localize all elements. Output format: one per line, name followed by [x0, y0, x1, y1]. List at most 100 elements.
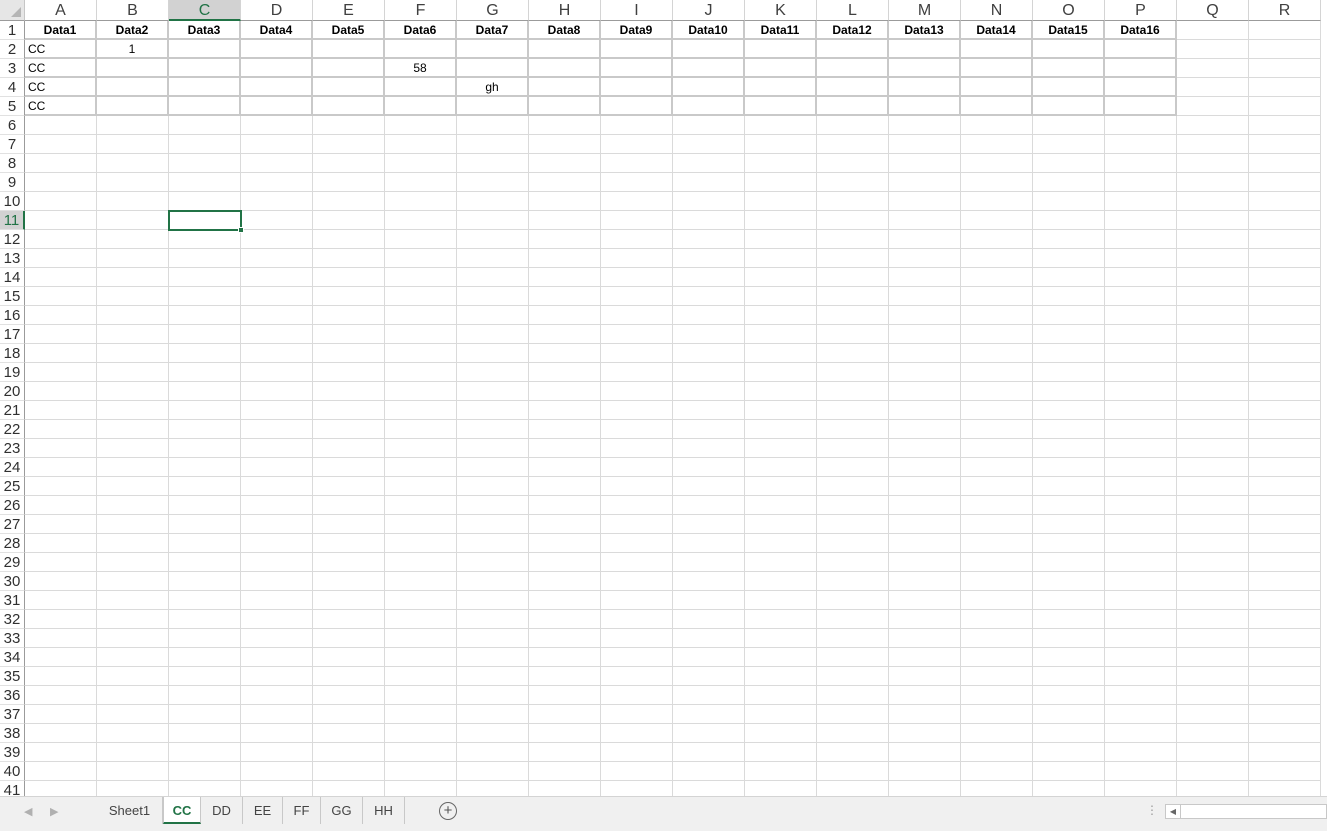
cell-l20[interactable]	[817, 382, 889, 401]
cell-g35[interactable]	[457, 667, 529, 686]
cell-e34[interactable]	[313, 648, 385, 667]
tab-splitter-icon[interactable]: ⋮	[1146, 803, 1158, 817]
row-header-16[interactable]: 16	[0, 306, 25, 325]
cell-r21[interactable]	[1249, 401, 1321, 420]
cell-m12[interactable]	[889, 230, 961, 249]
cell-n18[interactable]	[961, 344, 1033, 363]
cell-j37[interactable]	[673, 705, 745, 724]
cell-j18[interactable]	[673, 344, 745, 363]
row-header-13[interactable]: 13	[0, 249, 25, 268]
cell-b7[interactable]	[97, 135, 169, 154]
cell-e19[interactable]	[313, 363, 385, 382]
row-header-17[interactable]: 17	[0, 325, 25, 344]
cell-e23[interactable]	[313, 439, 385, 458]
cell-k9[interactable]	[745, 173, 817, 192]
row-header-34[interactable]: 34	[0, 648, 25, 667]
cell-a22[interactable]	[25, 420, 97, 439]
cell-e5[interactable]	[313, 97, 385, 116]
cell-l12[interactable]	[817, 230, 889, 249]
cell-n24[interactable]	[961, 458, 1033, 477]
cell-g6[interactable]	[457, 116, 529, 135]
cell-g37[interactable]	[457, 705, 529, 724]
cell-k3[interactable]	[745, 59, 817, 78]
cell-i21[interactable]	[601, 401, 673, 420]
add-sheet-button[interactable]: +	[439, 802, 457, 820]
cell-f11[interactable]	[385, 211, 457, 230]
cell-l14[interactable]	[817, 268, 889, 287]
cell-d15[interactable]	[241, 287, 313, 306]
cell-a39[interactable]	[25, 743, 97, 762]
cell-g9[interactable]	[457, 173, 529, 192]
cell-l37[interactable]	[817, 705, 889, 724]
cell-l6[interactable]	[817, 116, 889, 135]
cell-m16[interactable]	[889, 306, 961, 325]
row-header-22[interactable]: 22	[0, 420, 25, 439]
cell-b35[interactable]	[97, 667, 169, 686]
cell-m38[interactable]	[889, 724, 961, 743]
cell-f26[interactable]	[385, 496, 457, 515]
cell-r34[interactable]	[1249, 648, 1321, 667]
cell-a2[interactable]: CC	[25, 40, 97, 59]
cell-p35[interactable]	[1105, 667, 1177, 686]
cell-k41[interactable]	[745, 781, 817, 796]
cell-e1[interactable]: Data5	[313, 21, 385, 40]
cell-m34[interactable]	[889, 648, 961, 667]
cell-i11[interactable]	[601, 211, 673, 230]
cell-j6[interactable]	[673, 116, 745, 135]
cell-e29[interactable]	[313, 553, 385, 572]
cell-i36[interactable]	[601, 686, 673, 705]
cell-q29[interactable]	[1177, 553, 1249, 572]
cell-o33[interactable]	[1033, 629, 1105, 648]
cell-b22[interactable]	[97, 420, 169, 439]
cell-f23[interactable]	[385, 439, 457, 458]
cell-k7[interactable]	[745, 135, 817, 154]
cell-a31[interactable]	[25, 591, 97, 610]
cell-p33[interactable]	[1105, 629, 1177, 648]
cell-e41[interactable]	[313, 781, 385, 796]
prev-sheet-icon[interactable]: ◀	[24, 805, 32, 818]
column-header-m[interactable]: M	[889, 0, 961, 21]
cell-k18[interactable]	[745, 344, 817, 363]
cell-d7[interactable]	[241, 135, 313, 154]
cell-c24[interactable]	[169, 458, 241, 477]
cell-l34[interactable]	[817, 648, 889, 667]
cell-i10[interactable]	[601, 192, 673, 211]
cell-b19[interactable]	[97, 363, 169, 382]
cell-c36[interactable]	[169, 686, 241, 705]
cell-c38[interactable]	[169, 724, 241, 743]
cell-b18[interactable]	[97, 344, 169, 363]
cell-k21[interactable]	[745, 401, 817, 420]
cell-b24[interactable]	[97, 458, 169, 477]
row-header-30[interactable]: 30	[0, 572, 25, 591]
cell-c10[interactable]	[169, 192, 241, 211]
cell-g28[interactable]	[457, 534, 529, 553]
cell-j12[interactable]	[673, 230, 745, 249]
cell-j33[interactable]	[673, 629, 745, 648]
cell-a17[interactable]	[25, 325, 97, 344]
cell-r37[interactable]	[1249, 705, 1321, 724]
cell-a4[interactable]: CC	[25, 78, 97, 97]
cell-m22[interactable]	[889, 420, 961, 439]
cell-d25[interactable]	[241, 477, 313, 496]
cell-p39[interactable]	[1105, 743, 1177, 762]
cell-g26[interactable]	[457, 496, 529, 515]
cell-c21[interactable]	[169, 401, 241, 420]
cell-g32[interactable]	[457, 610, 529, 629]
column-header-e[interactable]: E	[313, 0, 385, 21]
cell-d14[interactable]	[241, 268, 313, 287]
cell-r27[interactable]	[1249, 515, 1321, 534]
cell-k12[interactable]	[745, 230, 817, 249]
cell-g27[interactable]	[457, 515, 529, 534]
cell-p9[interactable]	[1105, 173, 1177, 192]
row-header-2[interactable]: 2	[0, 40, 25, 59]
cell-r19[interactable]	[1249, 363, 1321, 382]
cell-h29[interactable]	[529, 553, 601, 572]
cell-j19[interactable]	[673, 363, 745, 382]
cell-m15[interactable]	[889, 287, 961, 306]
cell-q32[interactable]	[1177, 610, 1249, 629]
cell-e28[interactable]	[313, 534, 385, 553]
cell-f28[interactable]	[385, 534, 457, 553]
cell-i4[interactable]	[601, 78, 673, 97]
row-header-25[interactable]: 25	[0, 477, 25, 496]
cell-d22[interactable]	[241, 420, 313, 439]
